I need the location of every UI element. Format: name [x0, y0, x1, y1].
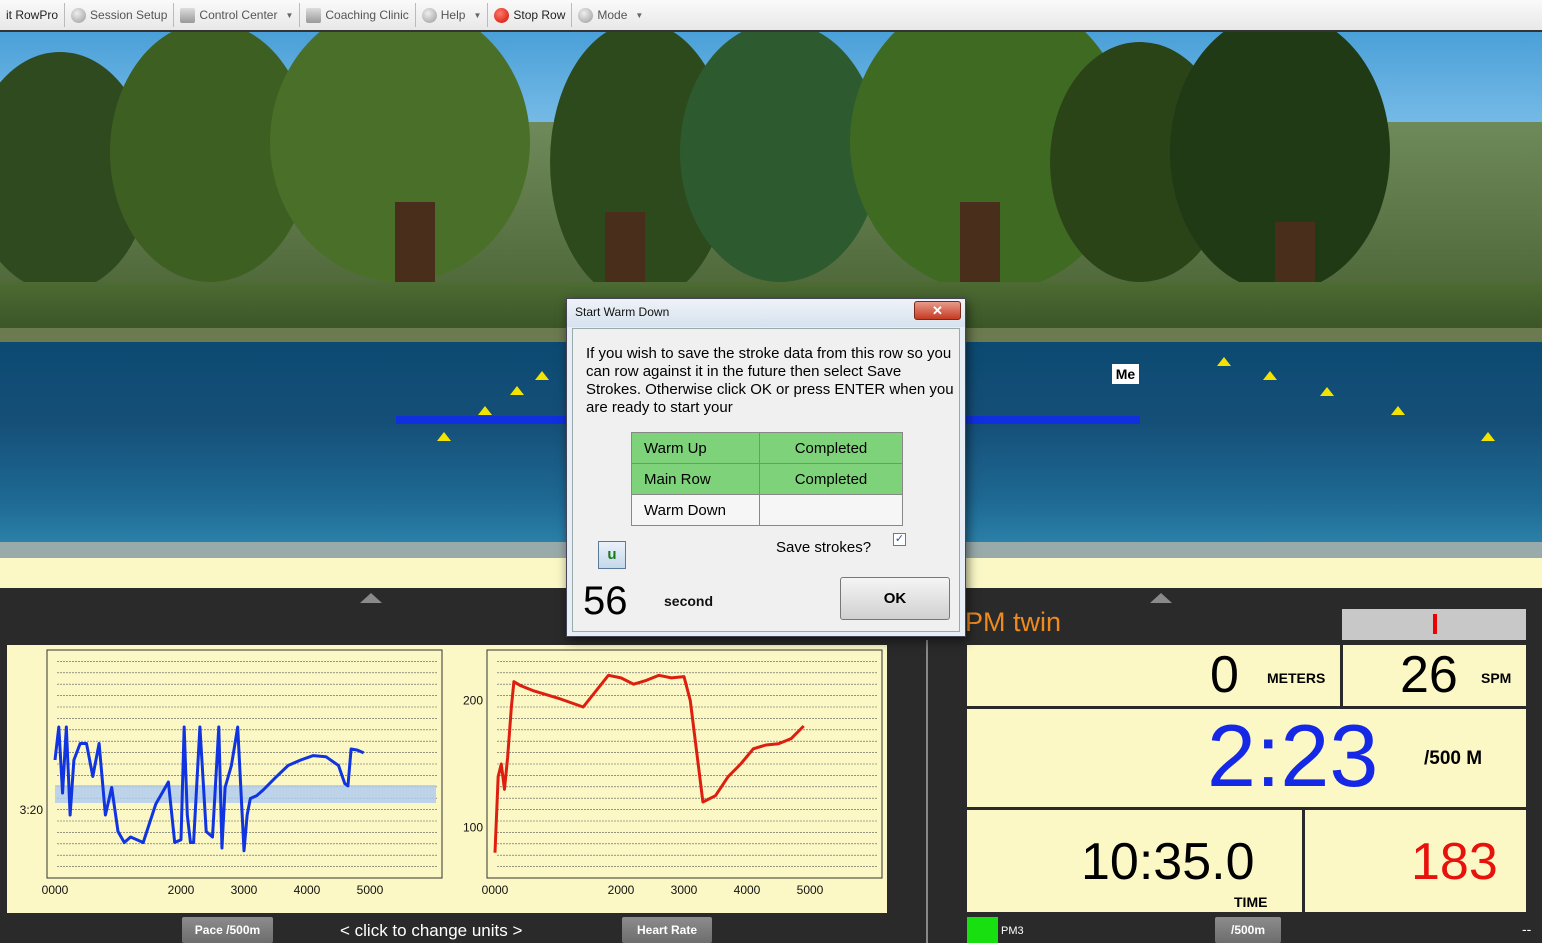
save-strokes-checkbox[interactable]: ✓	[893, 533, 906, 546]
control-center-label: Control Center	[199, 8, 278, 22]
stage-status	[759, 494, 903, 526]
session-setup-icon	[71, 7, 87, 23]
spm-unit: SPM	[1481, 670, 1512, 686]
buoy-marker	[478, 406, 492, 415]
toolbar-coaching-clinic[interactable]: Coaching Clinic	[300, 3, 416, 27]
countdown-unit: second	[664, 593, 714, 609]
time-unit: TIME	[1234, 894, 1268, 910]
pace-unit: /500 M	[1424, 748, 1483, 769]
expand-up-icon[interactable]	[1150, 593, 1172, 603]
stage-status: Completed	[759, 463, 903, 495]
pace-cell: 2:23 /500 M	[967, 706, 1526, 807]
charts-panel: 0000 2000 3000 4000 5000 3:20 0000 2000 3000 4000…	[7, 645, 887, 913]
competitor-boat	[396, 416, 571, 424]
monitor-title: PM twin	[965, 607, 1062, 637]
app-toolbar: it RowPro Session Setup Control Center ▼…	[0, 0, 1542, 32]
countdown-value: 56	[583, 579, 628, 623]
table-row: Main Row Completed	[631, 463, 903, 495]
x-tick-label: 3000	[671, 883, 698, 897]
session-setup-label: Session Setup	[90, 8, 168, 22]
x-tick-label: 5000	[797, 883, 824, 897]
chevron-down-icon[interactable]: ▼	[473, 11, 481, 20]
mode-label: Mode	[597, 8, 628, 22]
dialog-title: Start Warm Down	[567, 299, 965, 327]
coaching-clinic-icon	[306, 7, 322, 23]
toolbar-stop-row[interactable]: Stop Row	[488, 3, 573, 27]
y-tick-label: 200	[463, 694, 483, 708]
meters-value: 0	[1210, 646, 1239, 704]
coaching-clinic-label: Coaching Clinic	[325, 8, 409, 22]
pace-units-button[interactable]: Pace /500m	[182, 917, 273, 943]
dialog-body: If you wish to save the stroke data from…	[572, 328, 960, 632]
charts-svg[interactable]: 0000 2000 3000 4000 5000 3:20 0000 2000 3000 4000…	[7, 645, 887, 913]
chevron-down-icon[interactable]: ▼	[285, 11, 293, 20]
heart-rate-value: 183	[1411, 833, 1498, 891]
buoy-marker	[1391, 406, 1405, 415]
stage-name: Warm Up	[631, 432, 760, 464]
help-label: Help	[440, 8, 466, 22]
x-tick-label: 0000	[42, 883, 69, 897]
panel-divider[interactable]	[926, 640, 928, 943]
stage-table: Warm Up Completed Main Row Completed War…	[631, 432, 903, 526]
time-cell: 10:35.0 TIME	[967, 810, 1302, 912]
pm3-label: PM3	[1001, 925, 1024, 937]
x-tick-label: 5000	[357, 883, 384, 897]
heart-rate-button[interactable]: Heart Rate	[622, 917, 712, 943]
control-center-icon	[180, 7, 196, 23]
exit-rowpro-label: it RowPro	[6, 8, 59, 22]
buoy-marker	[535, 371, 549, 380]
stop-row-label: Stop Row	[513, 8, 566, 22]
spm-cell: 26 SPM	[1343, 645, 1526, 706]
chevron-down-icon[interactable]: ▼	[635, 11, 643, 20]
me-boat-label: Me	[1112, 364, 1139, 384]
toolbar-control-center[interactable]: Control Center ▼	[174, 3, 301, 27]
progress-marker	[1433, 614, 1437, 634]
toolbar-help[interactable]: Help ▼	[416, 3, 489, 27]
x-tick-label: 3000	[231, 883, 258, 897]
table-row: Warm Down	[631, 494, 903, 526]
stage-name: Main Row	[631, 463, 760, 495]
stage-status: Completed	[759, 432, 903, 464]
monitor-pace-units-button[interactable]: /500m	[1215, 917, 1281, 943]
meters-cell: 0 METERS	[967, 645, 1340, 706]
expand-up-icon[interactable]	[360, 593, 382, 603]
x-tick-label: 2000	[168, 883, 195, 897]
buoy-marker	[437, 432, 451, 441]
y-tick-label: 3:20	[20, 803, 44, 817]
buoy-marker	[1320, 387, 1334, 396]
spm-value: 26	[1400, 646, 1458, 704]
buoy-marker	[510, 386, 524, 395]
mode-person-icon	[578, 7, 594, 23]
close-button[interactable]: ✕	[914, 301, 961, 320]
time-value: 10:35.0	[1081, 833, 1255, 891]
buoy-marker	[1263, 371, 1277, 380]
heart-rate-cell: 183	[1305, 810, 1526, 912]
u-button[interactable]: u	[598, 541, 626, 569]
help-icon	[421, 7, 437, 23]
x-tick-label: 4000	[734, 883, 761, 897]
toolbar-session-setup[interactable]: Session Setup	[65, 3, 175, 27]
x-tick-label: 2000	[608, 883, 635, 897]
dialog-message: If you wish to save the stroke data from…	[586, 345, 954, 416]
toolbar-exit-rowpro[interactable]: it RowPro	[0, 3, 66, 27]
save-strokes-label: Save strokes?	[776, 539, 872, 556]
change-units-hint[interactable]: < click to change units >	[340, 921, 522, 941]
my-boat	[964, 416, 1140, 424]
pace-value: 2:23	[1207, 706, 1379, 805]
x-tick-label: 0000	[482, 883, 509, 897]
status-dash: --	[1522, 921, 1532, 937]
pm3-status-light	[967, 917, 998, 943]
stop-icon	[494, 7, 510, 23]
y-tick-label: 100	[463, 820, 483, 834]
table-row: Warm Up Completed	[631, 432, 903, 464]
x-tick-label: 4000	[294, 883, 321, 897]
meters-unit: METERS	[1267, 670, 1326, 686]
buoy-marker	[1481, 432, 1495, 441]
stage-name: Warm Down	[631, 494, 760, 526]
buoy-marker	[1217, 357, 1231, 366]
start-warm-down-dialog: Start Warm Down ✕ If you wish to save th…	[566, 298, 966, 637]
ok-button[interactable]: OK	[840, 577, 950, 620]
toolbar-mode[interactable]: Mode ▼	[572, 3, 649, 27]
